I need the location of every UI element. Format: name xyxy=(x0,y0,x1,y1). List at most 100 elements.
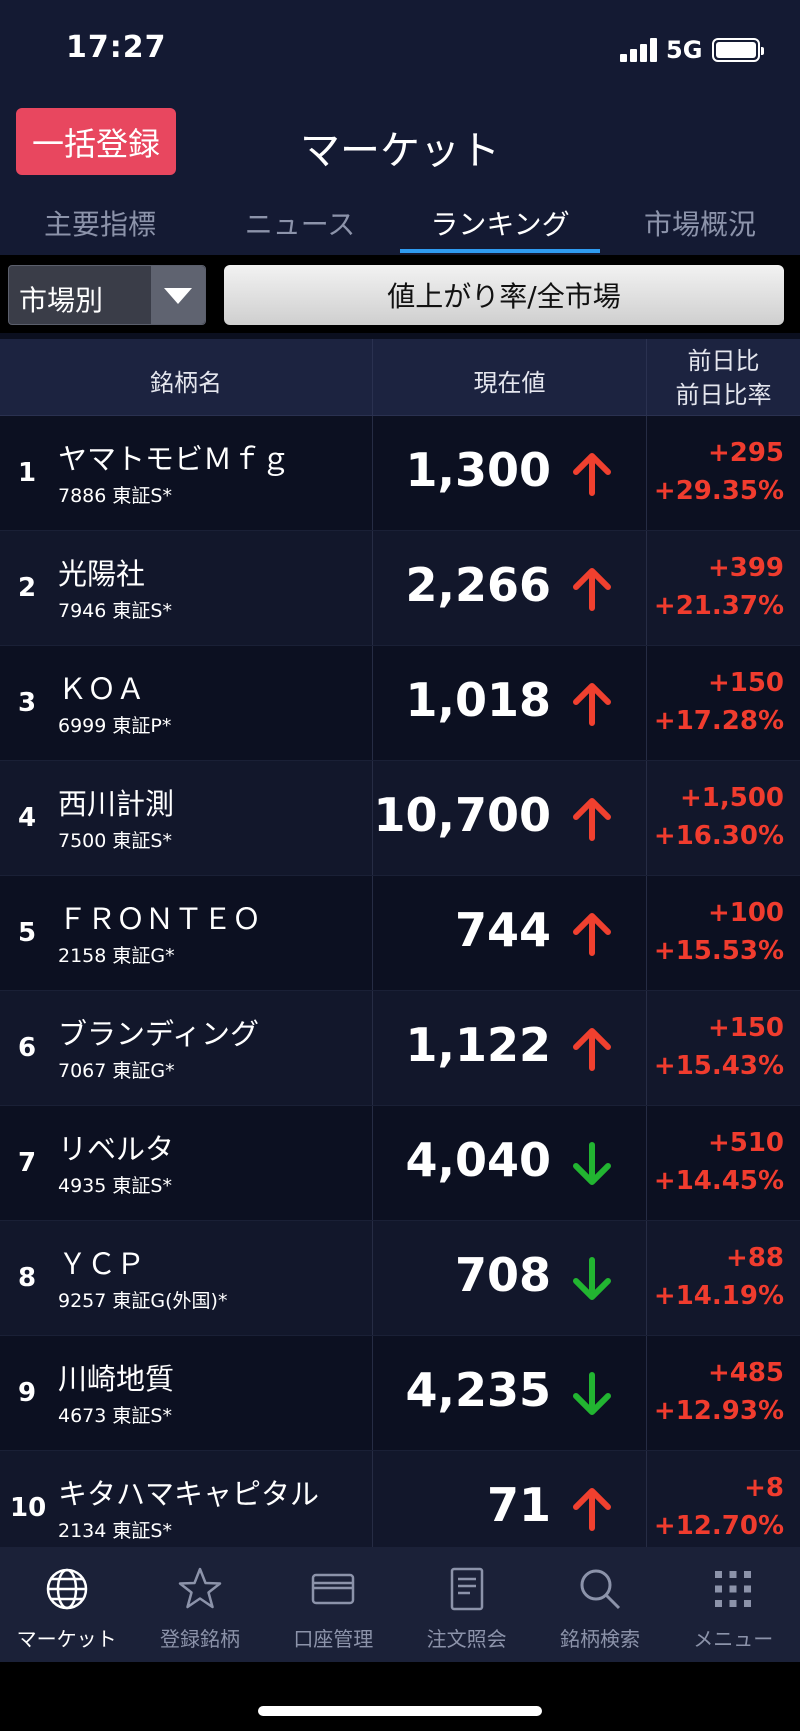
header: 一括登録 マーケット 主要指標 ニュース ランキング 市場概況 xyxy=(0,100,800,255)
table-row[interactable]: 10 キタハマキャピタル 2134 東証S* 71 +8 +12.70% xyxy=(0,1451,800,1547)
stock-code: 9257 東証G(外国)* xyxy=(58,1290,228,1312)
stock-name: ＦＲＯＮＴＥＯ xyxy=(58,902,262,936)
price-cell: 4,235 xyxy=(373,1336,647,1450)
table-body: 1 ヤマトモビＭｆｇ 7886 東証S* 1,300 +295 +29.35% 2 光陽社 79… xyxy=(0,416,800,1547)
current-price: 4,235 xyxy=(405,1363,551,1417)
table-row[interactable]: 7 リベルタ 4935 東証S* 4,040 +510 +14.45% xyxy=(0,1106,800,1221)
current-price: 1,018 xyxy=(405,673,551,727)
home-indicator xyxy=(258,1706,542,1716)
column-header-name: 銘柄名 xyxy=(0,339,373,415)
stock-name-cell: 6 ブランディング 7067 東証G* xyxy=(0,991,373,1105)
change-value: +510 xyxy=(707,1128,784,1158)
stock-code: 7886 東証S* xyxy=(58,485,172,507)
tab-ranking[interactable]: ランキング xyxy=(400,195,600,253)
stock-name-cell: 10 キタハマキャピタル 2134 東証S* xyxy=(0,1451,373,1547)
nav-stock-search[interactable]: 銘柄検索 xyxy=(533,1547,666,1662)
stock-name: ヤマトモビＭｆｇ xyxy=(58,442,291,476)
current-price: 1,300 xyxy=(405,443,551,497)
page-title: マーケット xyxy=(300,128,500,174)
stock-name-cell: 3 ＫＯＡ 6999 東証P* xyxy=(0,646,373,760)
star-icon xyxy=(178,1567,222,1609)
stock-name: ＫＯＡ xyxy=(58,672,146,706)
change-percent: +29.35% xyxy=(653,476,784,506)
change-value: +485 xyxy=(707,1358,784,1388)
change-value: +150 xyxy=(707,1013,784,1043)
change-value: +8 xyxy=(744,1473,784,1503)
table-row[interactable]: 3 ＫＯＡ 6999 東証P* 1,018 +150 +17.28% xyxy=(0,646,800,761)
arrow-down-icon xyxy=(570,1142,614,1186)
table-row[interactable]: 6 ブランディング 7067 東証G* 1,122 +150 +15.43% xyxy=(0,991,800,1106)
nav-watchlist[interactable]: 登録銘柄 xyxy=(133,1547,266,1662)
tab-market-overview[interactable]: 市場概況 xyxy=(600,195,800,253)
stock-name: リベルタ xyxy=(58,1132,175,1166)
stock-code: 7946 東証S* xyxy=(58,600,172,622)
stock-name-cell: 4 西川計測 7500 東証S* xyxy=(0,761,373,875)
stock-name-cell: 2 光陽社 7946 東証S* xyxy=(0,531,373,645)
column-header-change-line2: 前日比率 xyxy=(675,381,772,409)
tab-main-indices[interactable]: 主要指標 xyxy=(0,195,200,253)
stock-name: 川崎地質 xyxy=(58,1362,175,1396)
current-price: 10,700 xyxy=(373,788,551,842)
rank-number: 1 xyxy=(18,458,37,488)
table-row[interactable]: 1 ヤマトモビＭｆｇ 7886 東証S* 1,300 +295 +29.35% xyxy=(0,416,800,531)
stock-code: 7500 東証S* xyxy=(58,830,172,852)
stock-code: 4935 東証S* xyxy=(58,1175,172,1197)
globe-icon xyxy=(46,1568,87,1610)
table-row[interactable]: 8 ＹＣＰ 9257 東証G(外国)* 708 +88 +14.19% xyxy=(0,1221,800,1336)
table-row[interactable]: 2 光陽社 7946 東証S* 2,266 +399 +21.37% xyxy=(0,531,800,646)
arrow-up-icon xyxy=(570,797,614,841)
search-icon xyxy=(580,1569,621,1610)
change-value: +100 xyxy=(707,898,784,928)
stock-code: 4673 東証S* xyxy=(58,1405,172,1427)
nav-account-label: 口座管理 xyxy=(293,1627,374,1651)
change-cell: +150 +17.28% xyxy=(647,646,800,760)
change-cell: +399 +21.37% xyxy=(647,531,800,645)
stock-name-cell: 5 ＦＲＯＮＴＥＯ 2158 東証G* xyxy=(0,876,373,990)
price-cell: 1,018 xyxy=(373,646,647,760)
nav-stock-search-label: 銘柄検索 xyxy=(559,1627,640,1651)
nav-menu-label: メニュー xyxy=(693,1627,774,1651)
nav-menu[interactable]: メニュー xyxy=(667,1547,800,1662)
table-row[interactable]: 9 川崎地質 4673 東証S* 4,235 +485 +12.93% xyxy=(0,1336,800,1451)
stock-name-cell: 1 ヤマトモビＭｆｇ 7886 東証S* xyxy=(0,416,373,530)
change-cell: +485 +12.93% xyxy=(647,1336,800,1450)
change-cell: +295 +29.35% xyxy=(647,416,800,530)
stock-name: 西川計測 xyxy=(58,787,175,821)
table-row[interactable]: 5 ＦＲＯＮＴＥＯ 2158 東証G* 744 +100 +15.53% xyxy=(0,876,800,991)
column-header-change-line1: 前日比 xyxy=(687,347,760,375)
price-cell: 708 xyxy=(373,1221,647,1335)
tab-bar: 主要指標 ニュース ランキング 市場概況 xyxy=(0,195,800,253)
ranking-type-button[interactable]: 値上がり率/全市場 xyxy=(224,265,784,325)
table-row[interactable]: 4 西川計測 7500 東証S* 10,700 +1,500 +16.30% xyxy=(0,761,800,876)
status-bar: 17:27 5G xyxy=(0,0,800,100)
stock-code: 6999 東証P* xyxy=(58,715,172,737)
change-percent: +21.37% xyxy=(653,591,784,621)
change-cell: +100 +15.53% xyxy=(647,876,800,990)
rank-number: 7 xyxy=(18,1148,37,1178)
network-type: 5G xyxy=(666,36,703,64)
nav-account[interactable]: 口座管理 xyxy=(267,1547,400,1662)
market-select[interactable]: 市場別 xyxy=(8,265,206,325)
arrow-up-icon xyxy=(570,567,614,611)
stock-code: 7067 東証G* xyxy=(58,1060,175,1082)
change-cell: +1,500 +16.30% xyxy=(647,761,800,875)
change-cell: +150 +15.43% xyxy=(647,991,800,1105)
grid-menu-icon xyxy=(715,1571,752,1607)
tab-news[interactable]: ニュース xyxy=(200,195,400,253)
change-percent: +12.93% xyxy=(653,1396,784,1426)
nav-orders[interactable]: 注文照会 xyxy=(400,1547,533,1662)
price-cell: 10,700 xyxy=(373,761,647,875)
stock-code: 2158 東証G* xyxy=(58,945,175,967)
stock-name: 光陽社 xyxy=(58,557,146,591)
change-percent: +14.45% xyxy=(653,1166,784,1196)
rank-number: 6 xyxy=(18,1033,37,1063)
change-percent: +12.70% xyxy=(653,1511,784,1541)
nav-market[interactable]: マーケット xyxy=(0,1547,133,1662)
rank-number: 9 xyxy=(18,1378,37,1408)
change-cell: +88 +14.19% xyxy=(647,1221,800,1335)
change-percent: +15.43% xyxy=(653,1051,784,1081)
column-header-price: 現在値 xyxy=(373,339,647,415)
table-header: 銘柄名 現在値 前日比 前日比率 xyxy=(0,339,800,416)
signal-icon xyxy=(620,38,658,62)
price-cell: 744 xyxy=(373,876,647,990)
